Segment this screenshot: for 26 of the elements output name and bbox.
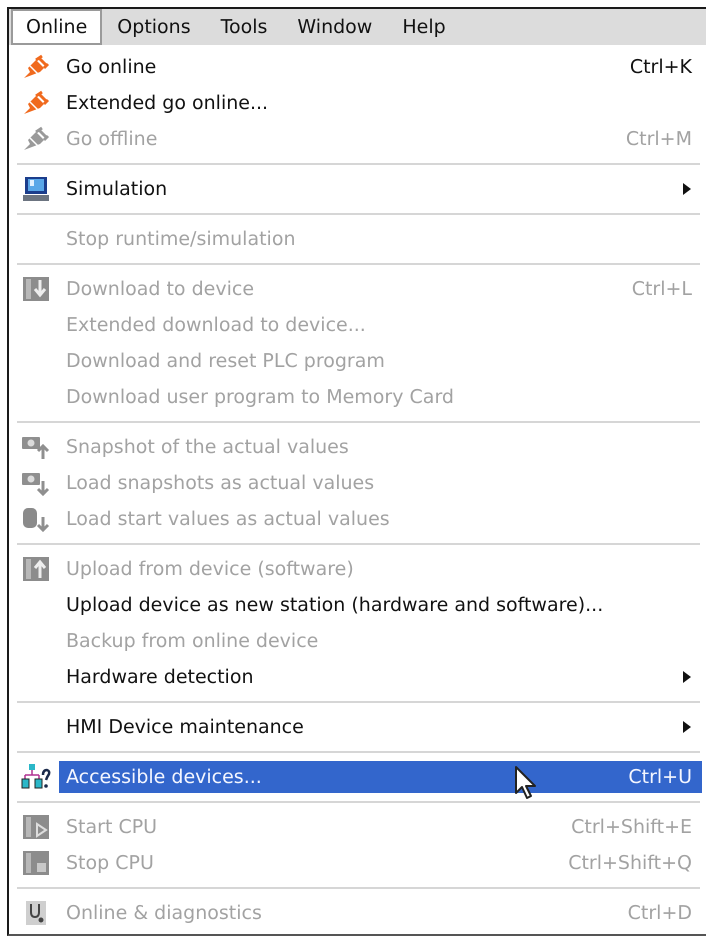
computer-icon xyxy=(22,176,50,202)
menu-item[interactable]: Extended go online... xyxy=(59,87,702,119)
menu-bar-item[interactable]: Window xyxy=(282,9,388,45)
start-cpu-icon xyxy=(22,814,50,840)
submenu-arrow-icon xyxy=(682,720,692,734)
submenu-arrow-icon xyxy=(682,670,692,684)
menu-bar-item[interactable]: Online xyxy=(11,9,102,45)
menu-bar-item[interactable]: Options xyxy=(102,9,206,45)
menu-bar-item[interactable]: Help xyxy=(387,9,461,45)
menu-item[interactable]: Accessible devices... Ctrl+U xyxy=(59,761,702,793)
upload-icon xyxy=(22,556,50,582)
network-question-icon xyxy=(21,763,51,791)
menu-bar-item[interactable]: Tools xyxy=(206,9,282,45)
plug-icon xyxy=(22,54,50,80)
menu-item[interactable]: Go online Ctrl+K xyxy=(59,51,702,83)
download-icon xyxy=(22,276,50,302)
plug-icon xyxy=(22,90,50,116)
submenu-arrow-icon xyxy=(682,182,692,196)
menu-item[interactable]: Simulation xyxy=(59,173,702,205)
stethoscope-icon xyxy=(23,900,49,926)
stop-cpu-icon xyxy=(22,850,50,876)
plug-icon xyxy=(22,126,50,152)
menu-item[interactable]: Upload device as new station (hardware and software)... xyxy=(59,589,702,621)
database-down-icon xyxy=(21,505,51,533)
menu-item[interactable]: Hardware detection xyxy=(59,661,702,693)
menu-item[interactable]: HMI Device maintenance xyxy=(59,711,702,743)
